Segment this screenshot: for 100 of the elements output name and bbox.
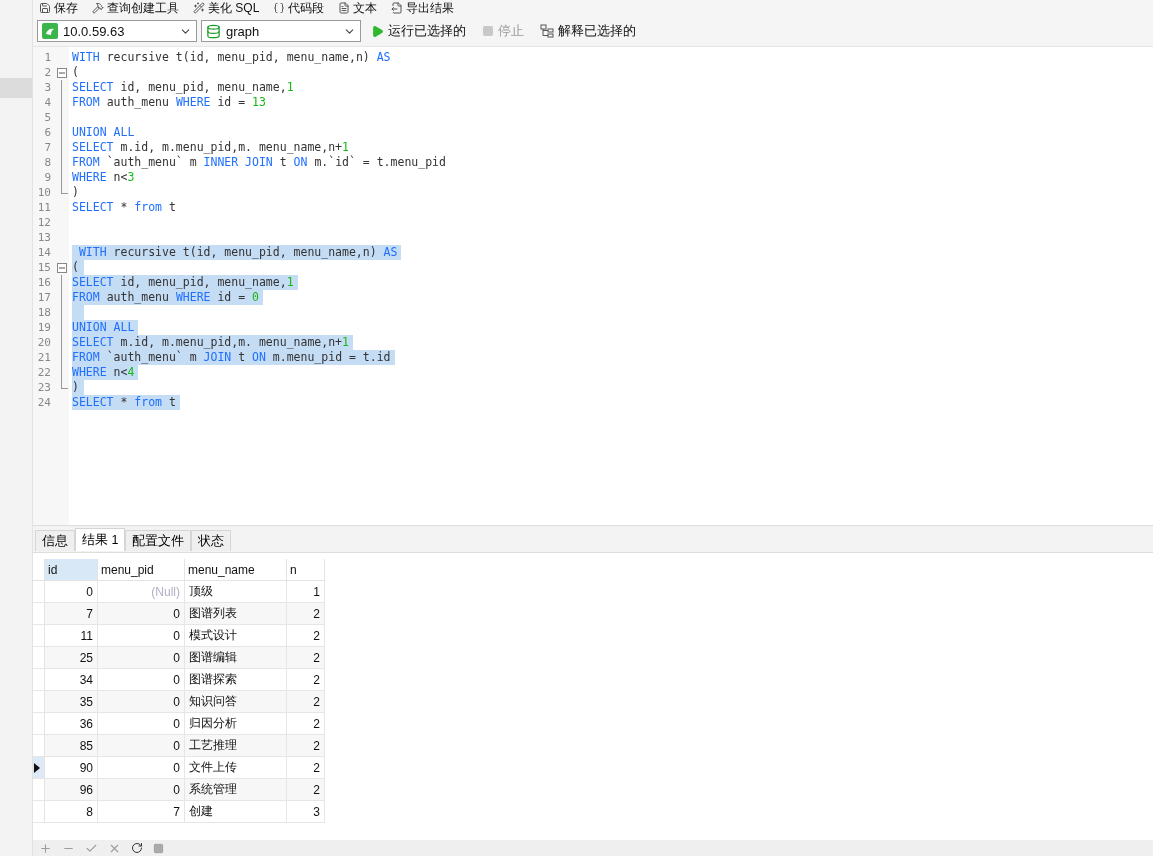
line-number: 19 xyxy=(37,321,52,334)
wand-icon xyxy=(193,2,205,14)
code-line: UNION ALL xyxy=(72,125,135,140)
line-number: 20 xyxy=(37,336,52,349)
explain-icon xyxy=(540,24,554,38)
code-line: SELECT * from t xyxy=(72,200,176,215)
table-cell: 顶级 xyxy=(185,581,287,603)
table-cell: 0 xyxy=(98,691,185,713)
connection-icon xyxy=(42,23,58,39)
table-cell: 0 xyxy=(98,603,185,625)
table-cell: 模式设计 xyxy=(185,625,287,647)
toolbar-button[interactable]: 代码段 xyxy=(273,0,325,16)
run-button[interactable]: 运行已选择的 xyxy=(365,22,472,40)
line-number: 17 xyxy=(37,291,52,304)
stop-icon xyxy=(482,25,494,37)
table-cell: 2 xyxy=(287,757,325,779)
database-select[interactable]: graph xyxy=(201,20,361,42)
table-cell: 0 xyxy=(98,713,185,735)
line-number: 3 xyxy=(44,81,52,94)
table-cell: 2 xyxy=(287,691,325,713)
table-cell: 85 xyxy=(45,735,98,757)
table-cell: 1 xyxy=(287,581,325,603)
table-cell: 归因分析 xyxy=(185,713,287,735)
line-number: 4 xyxy=(44,96,52,109)
stop-icon[interactable] xyxy=(153,842,164,854)
result-tab[interactable]: 结果 1 xyxy=(75,528,126,551)
table-cell: 36 xyxy=(45,713,98,735)
table-cell: 系统管理 xyxy=(185,779,287,801)
table-cell: 0 xyxy=(98,757,185,779)
code-line: FROM `auth_menu` m INNER JOIN t ON m.`id` = t.menu_pid xyxy=(72,155,446,170)
table-cell: 2 xyxy=(287,603,325,625)
fold-end-line xyxy=(61,185,68,194)
table-cell: 图谱探索 xyxy=(185,669,287,691)
refresh-icon[interactable] xyxy=(131,842,143,854)
table-cell: 7 xyxy=(45,603,98,625)
column-header[interactable]: menu_name xyxy=(185,559,287,581)
toolbar-button[interactable]: 保存 xyxy=(39,0,78,16)
line-number: 14 xyxy=(37,246,52,259)
table-cell: 11 xyxy=(45,625,98,647)
code-line: WITH recursive t(id, menu_pid, menu_name,n) AS xyxy=(72,50,391,65)
table-cell: 0 xyxy=(98,625,185,647)
database-icon xyxy=(206,23,221,39)
line-number: 24 xyxy=(37,396,52,409)
table-cell: 96 xyxy=(45,779,98,801)
code-line: ( xyxy=(72,65,79,80)
line-number: 6 xyxy=(44,126,52,139)
save-icon xyxy=(39,2,51,14)
table-cell: 0 xyxy=(98,779,185,801)
document-icon xyxy=(338,2,351,14)
column-header[interactable]: id xyxy=(45,559,98,581)
line-number: 1 xyxy=(44,51,52,64)
add-icon[interactable] xyxy=(39,841,52,855)
row-indicator[interactable] xyxy=(33,757,45,779)
sql-editor[interactable] xyxy=(33,47,1153,526)
line-number: 2 xyxy=(44,66,52,79)
line-number: 13 xyxy=(37,231,52,244)
toolbar-button[interactable]: 导出结果 xyxy=(391,0,455,16)
column-header[interactable]: menu_pid xyxy=(98,559,185,581)
table-cell: 35 xyxy=(45,691,98,713)
fold-toggle-icon[interactable] xyxy=(57,263,67,273)
table-cell: 2 xyxy=(287,735,325,757)
code-line: SELECT id, menu_pid, menu_name,1 xyxy=(72,80,294,95)
table-cell: (Null) xyxy=(98,581,185,603)
result-tab[interactable]: 信息 xyxy=(35,530,75,551)
line-number: 16 xyxy=(37,276,52,289)
table-cell: 图谱列表 xyxy=(185,603,287,625)
toolbar-button[interactable]: 查询创建工具 xyxy=(92,0,179,16)
code-line: SELECT m.id, m.menu_pid,m. menu_name,n+1 xyxy=(72,140,349,155)
side-panel-item[interactable] xyxy=(0,78,32,98)
braces-icon xyxy=(273,2,286,14)
table-cell: 知识问答 xyxy=(185,691,287,713)
table-cell: 工艺推理 xyxy=(185,735,287,757)
table-cell: 2 xyxy=(287,779,325,801)
line-number: 22 xyxy=(37,366,52,379)
fold-toggle-icon[interactable] xyxy=(57,68,67,78)
line-number: 15 xyxy=(37,261,52,274)
column-header[interactable]: n xyxy=(287,559,325,581)
table-cell: 0 xyxy=(98,735,185,757)
line-number: 11 xyxy=(37,201,52,214)
connection-select[interactable]: 10.0.59.63 xyxy=(37,20,197,42)
result-tab[interactable]: 配置文件 xyxy=(125,530,192,551)
line-number: 23 xyxy=(37,381,52,394)
table-cell: 图谱编辑 xyxy=(185,647,287,669)
table-cell: 0 xyxy=(45,581,98,603)
code-line: ) xyxy=(72,185,79,200)
toolbar-button[interactable]: 美化 SQL xyxy=(193,0,260,16)
explain-button[interactable]: 解释已选择的 xyxy=(534,22,642,40)
line-number: 21 xyxy=(37,351,52,364)
toolbar-button[interactable]: 文本 xyxy=(338,0,378,16)
table-cell: 0 xyxy=(98,669,185,691)
export-icon xyxy=(391,2,404,14)
result-tab[interactable]: 状态 xyxy=(191,530,232,551)
fold-end-line xyxy=(61,380,68,389)
play-icon xyxy=(371,24,384,38)
line-number: 10 xyxy=(37,186,52,199)
table-cell: 7 xyxy=(98,801,185,823)
table-cell: 2 xyxy=(287,625,325,647)
hammer-icon xyxy=(92,2,104,14)
table-cell: 创建 xyxy=(185,801,287,823)
table-cell: 文件上传 xyxy=(185,757,287,779)
